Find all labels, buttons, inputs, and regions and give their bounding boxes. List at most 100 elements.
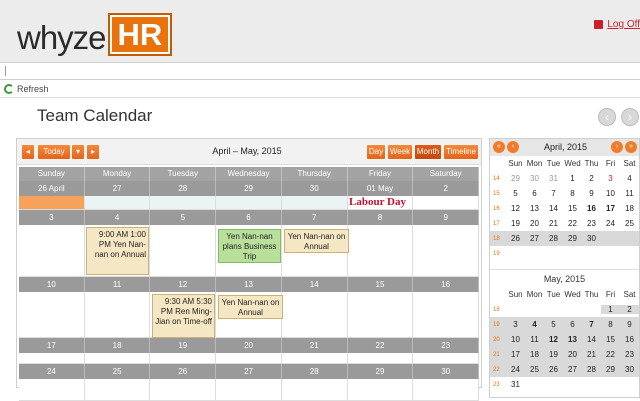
mini-day[interactable]: 16 (582, 204, 601, 213)
day-number[interactable]: 3 (19, 210, 85, 225)
mini-day[interactable]: 24 (506, 365, 525, 374)
mini-day[interactable]: 11 (525, 335, 544, 344)
day-number[interactable]: 5 (150, 210, 217, 225)
mini-day[interactable]: 10 (506, 335, 525, 344)
day-number[interactable]: 27 (85, 181, 151, 196)
mini-day[interactable]: 1 (563, 174, 582, 183)
day-number[interactable]: 11 (85, 277, 151, 292)
day-number[interactable]: 19 (150, 338, 217, 353)
day-number[interactable]: 10 (19, 277, 85, 292)
day-number[interactable]: 16 (413, 277, 480, 292)
day-cell[interactable] (281, 196, 348, 210)
day-cell[interactable] (347, 353, 414, 364)
day-number[interactable]: 28 (282, 364, 348, 379)
next-month-icon[interactable]: › (611, 141, 623, 153)
mini-day[interactable]: 5 (506, 189, 525, 198)
mini-day[interactable]: 5 (544, 320, 563, 329)
mini-day[interactable]: 19 (506, 219, 525, 228)
day-cell[interactable] (216, 196, 282, 210)
day-number[interactable]: 28 (150, 181, 217, 196)
mini-day[interactable]: 29 (601, 365, 620, 374)
mini-day[interactable]: 22 (601, 350, 620, 359)
calendar-event[interactable]: Yen Nan-nan on Annual (284, 229, 349, 253)
mini-day[interactable]: 31 (544, 174, 563, 183)
day-number[interactable]: 30 (282, 181, 348, 196)
mini-day[interactable]: 3 (601, 174, 620, 183)
day-number[interactable]: 01 May (348, 181, 414, 196)
day-number[interactable]: 27 (216, 364, 282, 379)
today-dropdown-button[interactable]: ▾ (72, 145, 84, 159)
day-cell[interactable] (150, 225, 217, 277)
mini-day[interactable]: 19 (544, 350, 563, 359)
view-day-button[interactable]: Day (367, 145, 385, 159)
day-number[interactable]: 9 (413, 210, 480, 225)
menu-toggle[interactable] (5, 66, 6, 76)
day-number[interactable]: 20 (216, 338, 282, 353)
mini-day[interactable]: 25 (620, 219, 639, 228)
day-number[interactable]: 14 (282, 277, 348, 292)
logoff-icon[interactable] (594, 20, 604, 29)
refresh-link[interactable]: Refresh (17, 84, 49, 94)
mini-day[interactable]: 13 (563, 335, 582, 344)
mini-day[interactable]: 30 (582, 234, 601, 243)
mini-day[interactable]: 27 (563, 365, 582, 374)
calendar-event[interactable]: 9:00 AM 1:00 PM Yen Nan-nan on Annual (86, 227, 149, 275)
mini-day[interactable]: 26 (544, 365, 563, 374)
mini-day[interactable]: 30 (525, 174, 544, 183)
day-cell[interactable] (281, 353, 348, 364)
day-number[interactable]: 26 (150, 364, 217, 379)
day-cell[interactable] (19, 196, 85, 210)
mini-day[interactable]: 29 (506, 174, 525, 183)
day-number[interactable]: 4 (85, 210, 151, 225)
mini-day[interactable]: 28 (544, 234, 563, 243)
mini-day[interactable]: 6 (525, 189, 544, 198)
day-number[interactable]: 21 (282, 338, 348, 353)
next-year-icon[interactable]: » (625, 141, 637, 153)
day-cell[interactable] (19, 292, 85, 338)
mini-day[interactable]: 6 (563, 320, 582, 329)
mini-day[interactable]: 13 (525, 204, 544, 213)
mini-day[interactable]: 4 (525, 320, 544, 329)
day-number[interactable]: 7 (282, 210, 348, 225)
day-number[interactable]: 12 (150, 277, 217, 292)
mini-day[interactable]: 15 (563, 204, 582, 213)
mini-day[interactable]: 8 (563, 189, 582, 198)
mini-day[interactable]: 22 (563, 219, 582, 228)
day-cell[interactable] (84, 292, 151, 338)
day-number[interactable]: 13 (216, 277, 282, 292)
prev-period-button[interactable]: ◂ (22, 145, 34, 159)
mini-day[interactable]: 16 (620, 335, 639, 344)
day-cell[interactable] (84, 196, 151, 210)
day-cell[interactable] (413, 225, 480, 277)
calendar-event[interactable]: Yen Nan-nan on Annual (218, 295, 283, 319)
arrow-left-circle-icon[interactable]: ‹ (598, 108, 616, 126)
mini-day[interactable]: 12 (544, 335, 563, 344)
mini-day[interactable]: 25 (525, 365, 544, 374)
mini-day[interactable]: 2 (582, 174, 601, 183)
mini-day[interactable]: 20 (525, 219, 544, 228)
mini-day[interactable]: 2 (620, 305, 639, 314)
day-number[interactable]: 6 (216, 210, 282, 225)
day-cell[interactable] (413, 292, 480, 338)
mini-day[interactable]: 26 (506, 234, 525, 243)
day-cell[interactable] (19, 353, 85, 364)
mini-day[interactable]: 14 (582, 335, 601, 344)
day-number[interactable]: 23 (413, 338, 480, 353)
day-number[interactable]: 8 (348, 210, 414, 225)
mini-day[interactable]: 31 (506, 380, 525, 389)
mini-day[interactable]: 1 (601, 305, 620, 314)
mini-day[interactable]: 17 (506, 350, 525, 359)
mini-day[interactable]: 15 (601, 335, 620, 344)
day-number[interactable]: 26 April (19, 181, 85, 196)
mini-day[interactable]: 23 (620, 350, 639, 359)
mini-day[interactable]: 10 (601, 189, 620, 198)
today-button[interactable]: Today (38, 145, 70, 159)
logoff-link[interactable]: Log Off (607, 19, 640, 30)
day-number[interactable]: 25 (85, 364, 151, 379)
mini-day[interactable]: 23 (582, 219, 601, 228)
mini-day[interactable]: 30 (620, 365, 639, 374)
day-number[interactable]: 18 (85, 338, 151, 353)
mini-day[interactable]: 9 (582, 189, 601, 198)
view-week-button[interactable]: Week (388, 145, 412, 159)
view-timeline-button[interactable]: Timeline (444, 145, 478, 159)
